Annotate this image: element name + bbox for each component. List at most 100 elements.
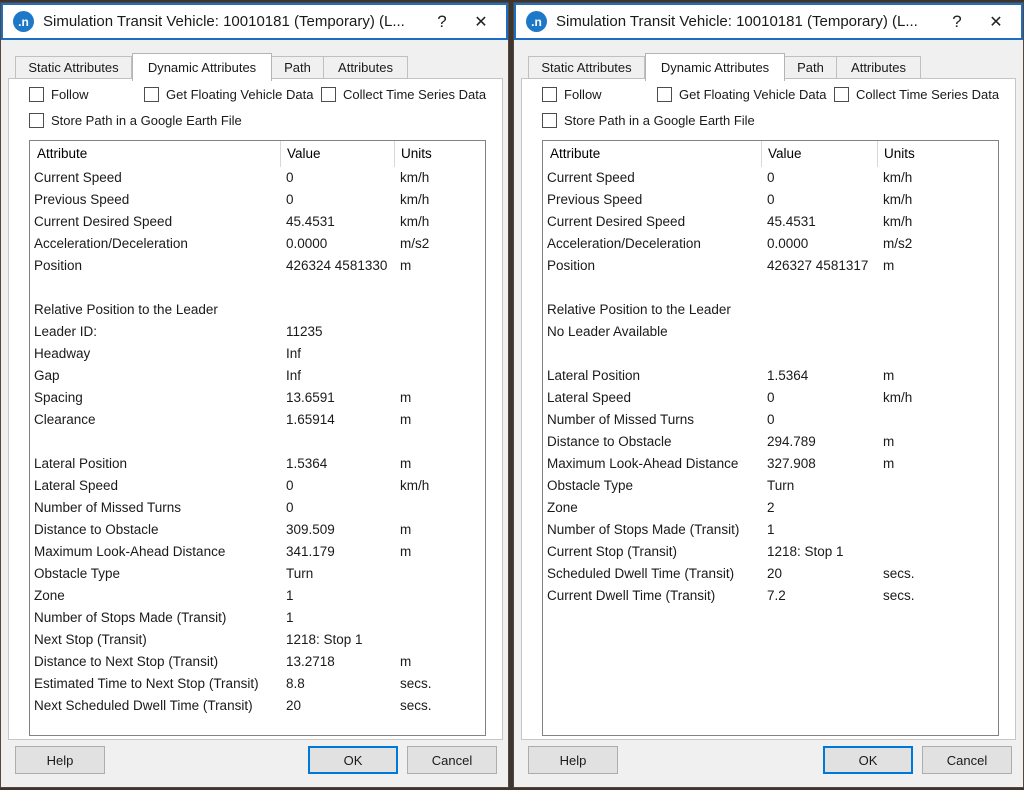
checkbox-get-floating-vehicle-data[interactable]: Get Floating Vehicle Data <box>657 86 826 102</box>
column-header-units[interactable]: Units <box>394 141 485 167</box>
aimsun-app-icon: .n <box>526 11 547 32</box>
table-row[interactable]: Current Desired Speed45.4531km/h <box>30 211 485 233</box>
table-row[interactable] <box>30 431 485 453</box>
table-row[interactable]: Zone2 <box>543 497 998 519</box>
table-row[interactable]: Clearance1.65914m <box>30 409 485 431</box>
checkbox-store-path-google-earth[interactable]: Store Path in a Google Earth File <box>542 112 755 128</box>
tab-dynamic-attributes[interactable]: Dynamic Attributes <box>132 53 272 81</box>
table-row[interactable]: Number of Stops Made (Transit)1 <box>543 519 998 541</box>
checkbox-box[interactable] <box>657 87 672 102</box>
titlebar[interactable]: .n Simulation Transit Vehicle: 10010181 … <box>514 3 1023 40</box>
table-row[interactable]: Relative Position to the Leader <box>30 299 485 321</box>
tab-attributes[interactable]: Attributes <box>324 56 408 79</box>
table-row[interactable]: Distance to Next Stop (Transit)13.2718m <box>30 651 485 673</box>
units-cell: m <box>877 365 998 387</box>
table-row[interactable] <box>543 343 998 365</box>
help-button[interactable]: Help <box>528 746 618 774</box>
checkbox-box[interactable] <box>542 87 557 102</box>
units-cell <box>394 585 485 607</box>
table-row[interactable]: Maximum Look-Ahead Distance341.179m <box>30 541 485 563</box>
table-row[interactable]: Spacing13.6591m <box>30 387 485 409</box>
table-row[interactable]: HeadwayInf <box>30 343 485 365</box>
checkbox-collect-time-series-data[interactable]: Collect Time Series Data <box>834 86 999 102</box>
column-header-attribute[interactable]: Attribute <box>543 141 761 167</box>
table-row[interactable]: GapInf <box>30 365 485 387</box>
table-row[interactable]: Zone1 <box>30 585 485 607</box>
close-icon[interactable]: ✕ <box>466 12 496 32</box>
tab-content-pane: Follow Get Floating Vehicle Data Collect… <box>521 78 1016 740</box>
checkbox-box[interactable] <box>321 87 336 102</box>
tab-dynamic-attributes[interactable]: Dynamic Attributes <box>645 53 785 81</box>
cancel-button[interactable]: Cancel <box>407 746 497 774</box>
value-cell: 0 <box>280 475 394 497</box>
checkbox-box[interactable] <box>542 113 557 128</box>
titlebar[interactable]: .n Simulation Transit Vehicle: 10010181 … <box>1 3 508 40</box>
table-row[interactable]: Lateral Speed0km/h <box>543 387 998 409</box>
tab-attributes[interactable]: Attributes <box>837 56 921 79</box>
attributes-table[interactable]: Attribute Value Units Current Speed0km/h… <box>542 140 999 736</box>
attribute-name-cell: No Leader Available <box>543 321 761 343</box>
table-row[interactable]: Number of Stops Made (Transit)1 <box>30 607 485 629</box>
table-row[interactable]: No Leader Available <box>543 321 998 343</box>
table-row[interactable] <box>543 277 998 299</box>
table-row[interactable]: Maximum Look-Ahead Distance327.908m <box>543 453 998 475</box>
table-row[interactable]: Relative Position to the Leader <box>543 299 998 321</box>
table-row[interactable]: Position426327 4581317m <box>543 255 998 277</box>
table-row[interactable]: Current Speed0km/h <box>543 167 998 189</box>
checkbox-box[interactable] <box>834 87 849 102</box>
table-row[interactable]: Obstacle TypeTurn <box>543 475 998 497</box>
table-row[interactable]: Acceleration/Deceleration0.0000m/s2 <box>543 233 998 255</box>
attribute-name-cell: Number of Stops Made (Transit) <box>543 519 761 541</box>
checkbox-follow[interactable]: Follow <box>29 86 89 102</box>
help-button[interactable]: Help <box>15 746 105 774</box>
tab-static-attributes[interactable]: Static Attributes <box>528 56 645 79</box>
ok-button[interactable]: OK <box>308 746 398 774</box>
close-icon[interactable]: ✕ <box>981 12 1011 32</box>
column-header-value[interactable]: Value <box>280 141 394 167</box>
ok-button[interactable]: OK <box>823 746 913 774</box>
table-row[interactable]: Current Stop (Transit)1218: Stop 1 <box>543 541 998 563</box>
checkbox-box[interactable] <box>29 87 44 102</box>
tab-path[interactable]: Path <box>272 56 324 79</box>
table-row[interactable]: Scheduled Dwell Time (Transit)20secs. <box>543 563 998 585</box>
table-row[interactable]: Distance to Obstacle294.789m <box>543 431 998 453</box>
table-row[interactable]: Current Speed0km/h <box>30 167 485 189</box>
attributes-table[interactable]: Attribute Value Units Current Speed0km/h… <box>29 140 486 736</box>
value-cell: 0.0000 <box>761 233 877 255</box>
table-row[interactable]: Next Scheduled Dwell Time (Transit)20sec… <box>30 695 485 717</box>
table-row[interactable]: Number of Missed Turns0 <box>30 497 485 519</box>
column-header-units[interactable]: Units <box>877 141 998 167</box>
table-row[interactable]: Next Stop (Transit)1218: Stop 1 <box>30 629 485 651</box>
titlebar-help-button[interactable]: ? <box>942 12 972 32</box>
table-row[interactable] <box>30 277 485 299</box>
table-row[interactable]: Leader ID:11235 <box>30 321 485 343</box>
table-row[interactable]: Lateral Position1.5364m <box>30 453 485 475</box>
table-row[interactable]: Current Dwell Time (Transit)7.2secs. <box>543 585 998 607</box>
table-row[interactable]: Number of Missed Turns0 <box>543 409 998 431</box>
checkbox-collect-time-series-data[interactable]: Collect Time Series Data <box>321 86 486 102</box>
table-row[interactable]: Position426324 4581330m <box>30 255 485 277</box>
table-row[interactable]: Lateral Speed0km/h <box>30 475 485 497</box>
table-row[interactable]: Distance to Obstacle309.509m <box>30 519 485 541</box>
tab-path[interactable]: Path <box>785 56 837 79</box>
units-cell: m <box>394 541 485 563</box>
column-header-attribute[interactable]: Attribute <box>30 141 280 167</box>
table-row[interactable]: Estimated Time to Next Stop (Transit)8.8… <box>30 673 485 695</box>
checkbox-get-floating-vehicle-data[interactable]: Get Floating Vehicle Data <box>144 86 313 102</box>
table-row[interactable]: Obstacle TypeTurn <box>30 563 485 585</box>
table-row[interactable]: Previous Speed0km/h <box>543 189 998 211</box>
table-row[interactable]: Previous Speed0km/h <box>30 189 485 211</box>
checkbox-store-path-google-earth[interactable]: Store Path in a Google Earth File <box>29 112 242 128</box>
table-row[interactable]: Lateral Position1.5364m <box>543 365 998 387</box>
value-cell: 327.908 <box>761 453 877 475</box>
table-row[interactable]: Current Desired Speed45.4531km/h <box>543 211 998 233</box>
checkbox-box[interactable] <box>29 113 44 128</box>
window-title: Simulation Transit Vehicle: 10010181 (Te… <box>43 13 418 30</box>
checkbox-box[interactable] <box>144 87 159 102</box>
column-header-value[interactable]: Value <box>761 141 877 167</box>
cancel-button[interactable]: Cancel <box>922 746 1012 774</box>
titlebar-help-button[interactable]: ? <box>427 12 457 32</box>
table-row[interactable]: Acceleration/Deceleration0.0000m/s2 <box>30 233 485 255</box>
tab-static-attributes[interactable]: Static Attributes <box>15 56 132 79</box>
checkbox-follow[interactable]: Follow <box>542 86 602 102</box>
